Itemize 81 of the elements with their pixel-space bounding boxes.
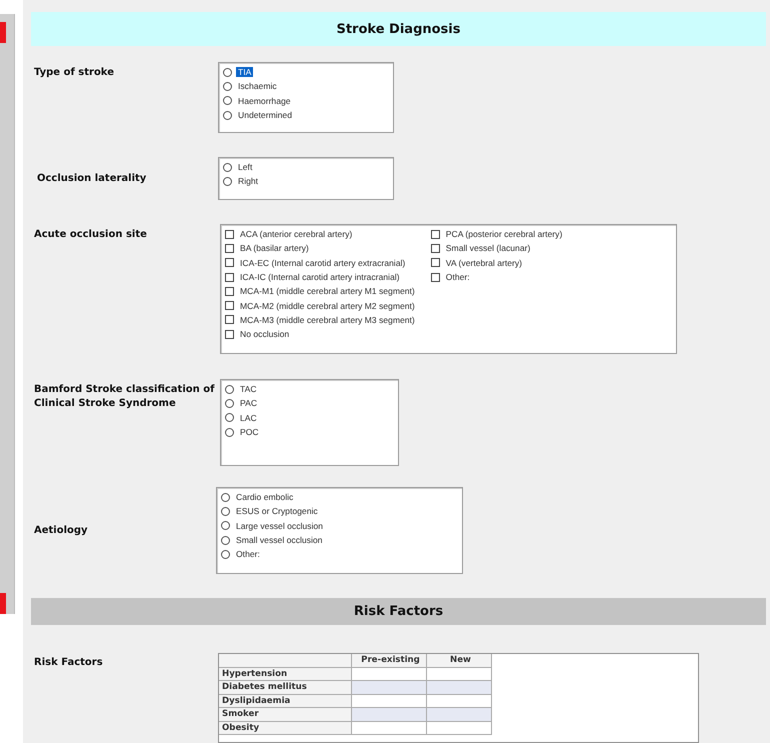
radio-button[interactable] <box>223 176 232 186</box>
table-cell[interactable] <box>352 722 427 735</box>
checkbox[interactable] <box>225 244 234 253</box>
row-header: Diabetes mellitus <box>219 681 352 694</box>
radio-button[interactable] <box>225 428 234 437</box>
option-label: MCA-M3 (middle cerebral artery M3 segment) <box>239 314 416 325</box>
checkbox[interactable] <box>225 315 234 324</box>
radio-button[interactable] <box>225 398 234 408</box>
checkbox[interactable] <box>225 286 234 296</box>
field-label: Acute occlusion site <box>33 228 148 242</box>
option-label: PAC <box>239 398 258 408</box>
row-header: Hypertension <box>219 668 352 681</box>
section-header: Risk Factors <box>31 598 766 625</box>
option-label: Haemorrhage <box>237 96 292 106</box>
checkbox[interactable] <box>430 258 440 268</box>
option-label: ESUS or Cryptogenic <box>235 506 319 516</box>
table-cell[interactable] <box>352 708 427 722</box>
table-cell[interactable] <box>352 681 427 694</box>
checkbox[interactable] <box>225 258 234 268</box>
row-header: Obesity <box>219 722 352 735</box>
option-label: Small vessel occlusion <box>235 535 324 546</box>
field-label: Type of stroke <box>33 66 115 80</box>
row-header: Dyslipidaemia <box>219 694 352 708</box>
option-label: Other: <box>235 549 261 560</box>
checkbox[interactable] <box>430 230 440 239</box>
radio-button[interactable] <box>225 384 234 394</box>
option-label: ACA (anterior cerebral artery) <box>239 229 354 240</box>
table-cell[interactable] <box>427 694 492 708</box>
radio-button[interactable] <box>221 506 230 516</box>
field-label: Occlusion laterality <box>36 172 148 186</box>
table-cell[interactable] <box>427 708 492 722</box>
section-header: Stroke Diagnosis <box>31 12 766 46</box>
checkbox[interactable] <box>225 272 234 282</box>
field-label: Bamford Stroke classification of Clinical Stroke Syndrome <box>33 383 216 411</box>
row-header: Smoker <box>219 708 352 722</box>
radio-button[interactable] <box>223 82 232 91</box>
radio-button[interactable] <box>223 110 232 120</box>
table-cell[interactable] <box>427 722 492 735</box>
table-cell[interactable] <box>427 668 492 681</box>
option-label: Large vessel occlusion <box>235 520 324 531</box>
marker-bar <box>0 22 6 43</box>
option-label: ICA-EC (Internal carotid artery extracranial) <box>239 258 406 268</box>
radio-button[interactable] <box>221 521 230 530</box>
table-cell[interactable] <box>427 681 492 694</box>
field-label: Aetiology <box>33 524 89 538</box>
option-label: PCA (posterior cerebral artery) <box>444 229 564 240</box>
option-label: Small vessel (lacunar) <box>444 243 532 254</box>
marker-bar <box>0 593 6 614</box>
option-label: TIA <box>236 67 254 78</box>
option-label: Right <box>237 176 260 186</box>
radio-button[interactable] <box>221 492 230 502</box>
option-label: Cardio embolic <box>235 492 294 502</box>
option-label: ICA-IC (Internal carotid artery intracranial) <box>239 272 401 282</box>
table-cell[interactable] <box>352 668 427 681</box>
checkbox[interactable] <box>225 301 234 310</box>
option-label: VA (vertebral artery) <box>444 258 524 268</box>
option-label: POC <box>239 427 260 438</box>
option-label: LAC <box>239 412 258 423</box>
field-label: Risk Factors <box>33 656 104 670</box>
radio-button[interactable] <box>221 536 230 545</box>
option-label: BA (basilar artery) <box>239 243 310 254</box>
option-label: Other: <box>444 272 471 282</box>
column-header: Pre-existing <box>352 654 427 668</box>
option-label: Ischaemic <box>237 81 278 92</box>
checkbox[interactable] <box>430 244 440 253</box>
column-header: New <box>427 654 492 668</box>
radio-button[interactable] <box>225 413 234 422</box>
radio-button[interactable] <box>221 550 230 559</box>
option-label: MCA-M2 (middle cerebral artery M2 segment) <box>239 300 416 311</box>
option-label: No occlusion <box>239 329 290 340</box>
option-label: Left <box>237 162 254 172</box>
table-cell[interactable] <box>352 694 427 708</box>
option-label: Undetermined <box>237 110 293 120</box>
radio-button[interactable] <box>223 162 232 172</box>
checkbox[interactable] <box>430 272 440 282</box>
radio-button[interactable] <box>223 96 232 106</box>
radio-button[interactable] <box>223 68 232 77</box>
option-label: MCA-M1 (middle cerebral artery M1 segment) <box>239 286 416 296</box>
option-label: TAC <box>239 384 258 394</box>
checkbox[interactable] <box>225 330 234 339</box>
checkbox[interactable] <box>225 230 234 239</box>
